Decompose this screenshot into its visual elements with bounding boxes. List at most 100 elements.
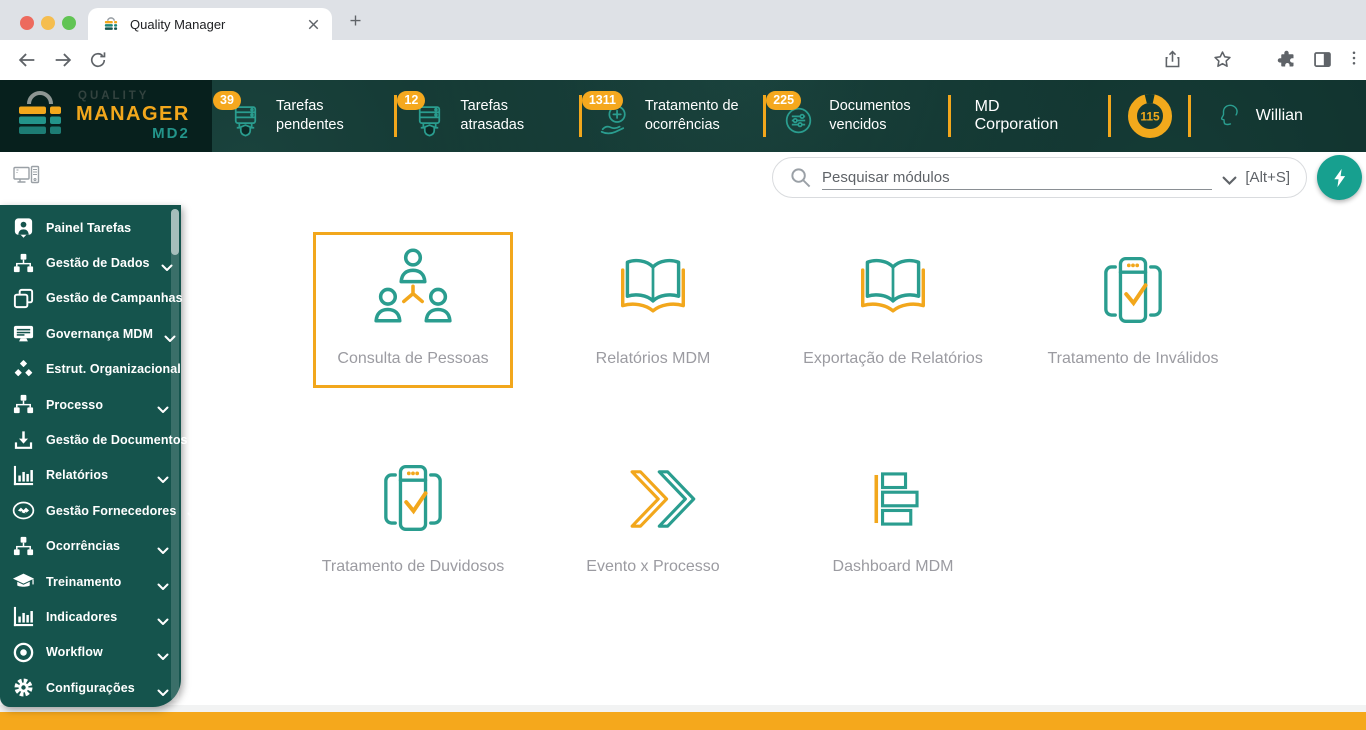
- workstation-icon[interactable]: [13, 165, 40, 189]
- sidebar-item-ocorrencias[interactable]: Ocorrências: [0, 529, 181, 564]
- search-input[interactable]: [822, 166, 1212, 190]
- refresh-icon[interactable]: [88, 50, 108, 70]
- header-stats: 39 Tarefas pendentes 12Tarefas atrasadas13…: [212, 80, 950, 152]
- extensions-puzzle-icon[interactable]: [1276, 49, 1297, 70]
- close-tab-icon[interactable]: [305, 16, 322, 33]
- gantt-icon: [843, 452, 943, 546]
- double-chevron-icon: [603, 452, 703, 546]
- bar-chart-icon: [12, 605, 35, 628]
- chevron-down-icon: [157, 401, 169, 409]
- sidebar-item-estrut-organizacional[interactable]: Estrut. Organizacional: [0, 352, 181, 387]
- search-shortcut-hint: [Alt+S]: [1245, 169, 1290, 186]
- module-grid: Consulta de Pessoas Relatórios MDM Exporta…: [313, 232, 1243, 596]
- module-card-tratamento-de-invalidos[interactable]: Tratamento de Inválidos: [1033, 232, 1233, 388]
- footer-gray-strip: [0, 705, 1366, 712]
- count-badge: 39: [213, 91, 241, 110]
- module-card-label: Tratamento de Duvidosos: [322, 558, 505, 593]
- user-badge-icon: [12, 216, 35, 239]
- module-card-exportacao-de-relatorios[interactable]: Exportação de Relatórios: [793, 232, 993, 388]
- handshake-icon: [12, 499, 35, 522]
- site-favicon: [102, 15, 120, 33]
- stat-tarefas-pendentes[interactable]: 39 Tarefas pendentes: [212, 80, 396, 152]
- sidebar-item-gestao-de-dados[interactable]: Gestão de Dados: [0, 245, 181, 280]
- browser-menu-kebab-icon[interactable]: [1345, 49, 1363, 70]
- sidebar-item-configuracoes[interactable]: Configurações: [0, 670, 181, 705]
- sidebar-item-label: Estrut. Organizacional: [46, 362, 181, 376]
- close-window-button[interactable]: [20, 16, 34, 30]
- stat-documentos-vencidos[interactable]: 225 Documentos vencidos: [765, 80, 949, 152]
- tab-title: Quality Manager: [130, 17, 305, 32]
- module-card-label: Exportação de Relatórios: [803, 350, 983, 385]
- share-icon[interactable]: [1162, 49, 1183, 70]
- hierarchy-icon: [12, 393, 35, 416]
- chevron-down-icon: [157, 684, 169, 692]
- sidebar-item-relatorios[interactable]: Relatórios: [0, 458, 181, 493]
- stat-label: Tarefas pendentes: [276, 97, 381, 135]
- cubes-icon: [12, 358, 35, 381]
- module-card-label: Dashboard MDM: [833, 558, 954, 593]
- chevron-down-icon: [157, 648, 169, 656]
- score-gauge[interactable]: 115: [1110, 80, 1190, 152]
- target-icon: [12, 641, 35, 664]
- sidebar-item-gestao-fornecedores[interactable]: Gestão Fornecedores: [0, 493, 181, 528]
- browser-tab-bar: Quality Manager: [0, 0, 1366, 40]
- stat-label: Tratamento de ocorrências: [645, 97, 750, 135]
- hierarchy-icon: [12, 535, 35, 558]
- sidebar-scroll-track: [171, 209, 179, 701]
- chevron-down-icon[interactable]: [1222, 173, 1237, 183]
- sidebar-item-treinamento[interactable]: Treinamento: [0, 564, 181, 599]
- forward-icon[interactable]: [52, 49, 74, 71]
- sidebar-item-governanca-mdm[interactable]: Governança MDM: [0, 316, 181, 351]
- count-badge: 1311: [582, 91, 623, 110]
- module-search-bar: [Alt+S]: [772, 157, 1307, 198]
- sidebar-item-workflow[interactable]: Workflow: [0, 635, 181, 670]
- bar-chart-icon: [12, 464, 35, 487]
- hierarchy-icon: [12, 252, 35, 275]
- people-group-icon: [363, 244, 463, 338]
- module-card-dashboard-mdm[interactable]: Dashboard MDM: [793, 440, 993, 596]
- chevron-down-icon: [157, 613, 169, 621]
- sidebar-scrollbar[interactable]: [171, 209, 179, 255]
- module-card-tratamento-de-duvidosos[interactable]: Tratamento de Duvidosos: [313, 440, 513, 596]
- side-panel-icon[interactable]: [1312, 49, 1333, 70]
- stat-icon-wrap: 39: [227, 102, 264, 139]
- open-book-icon: [843, 244, 943, 338]
- sidebar-item-gestao-de-documentos[interactable]: Gestão de Documentos: [0, 422, 181, 457]
- gear-icon: [12, 676, 35, 699]
- user-head-icon: [1214, 101, 1244, 131]
- minimize-window-button[interactable]: [41, 16, 55, 30]
- browser-tab[interactable]: Quality Manager: [88, 8, 332, 40]
- module-card-relatorios-mdm[interactable]: Relatórios MDM: [553, 232, 753, 388]
- company-name[interactable]: MD Corporation: [950, 80, 1110, 152]
- user-menu[interactable]: Willian: [1190, 101, 1366, 131]
- quick-action-button[interactable]: [1317, 155, 1362, 200]
- stat-tratamento-de-ocorrencias[interactable]: 1311 Tratamento de ocorrências: [581, 80, 765, 152]
- sidebar-item-gestao-de-campanhas[interactable]: Gestão de Campanhas: [0, 281, 181, 316]
- donut-gauge-icon: 115: [1123, 89, 1177, 143]
- app-header: QUALITY MANAGER MD2 39 Tarefas pendentes 1…: [0, 80, 1366, 152]
- logo-line-md2: MD2: [152, 126, 190, 141]
- sidebar-item-painel-tarefas[interactable]: Painel Tarefas: [0, 210, 181, 245]
- count-badge: 225: [766, 91, 801, 110]
- sidebar-item-label: Gestão de Documentos: [46, 433, 188, 447]
- browser-window: Quality Manager https://www.md2qualityma…: [0, 0, 1366, 730]
- browser-toolbar: https://www.md2qualitymanager.com/survey…: [0, 40, 1366, 81]
- new-tab-button[interactable]: [348, 13, 363, 28]
- back-icon[interactable]: [16, 49, 38, 71]
- sidebar-item-indicadores[interactable]: Indicadores: [0, 599, 181, 634]
- sub-header: [Alt+S]: [0, 152, 1366, 205]
- sidebar-item-processo[interactable]: Processo: [0, 387, 181, 422]
- count-badge: 12: [397, 91, 425, 110]
- download-icon: [12, 429, 35, 452]
- sidebar-item-label: Treinamento: [46, 575, 121, 589]
- stat-icon-wrap: 12: [411, 102, 448, 139]
- maximize-window-button[interactable]: [62, 16, 76, 30]
- stat-tarefas-atrasadas[interactable]: 12Tarefas atrasadas: [396, 80, 580, 152]
- app-logo[interactable]: QUALITY MANAGER MD2: [0, 80, 212, 152]
- gauge-value: 115: [1140, 110, 1160, 124]
- bookmark-star-icon[interactable]: [1212, 49, 1233, 70]
- sidebar-item-label: Governança MDM: [46, 327, 153, 341]
- module-card-consulta-de-pessoas[interactable]: Consulta de Pessoas: [313, 232, 513, 388]
- stat-label: Documentos vencidos: [829, 97, 934, 135]
- module-card-evento-x-processo[interactable]: Evento x Processo: [553, 440, 753, 596]
